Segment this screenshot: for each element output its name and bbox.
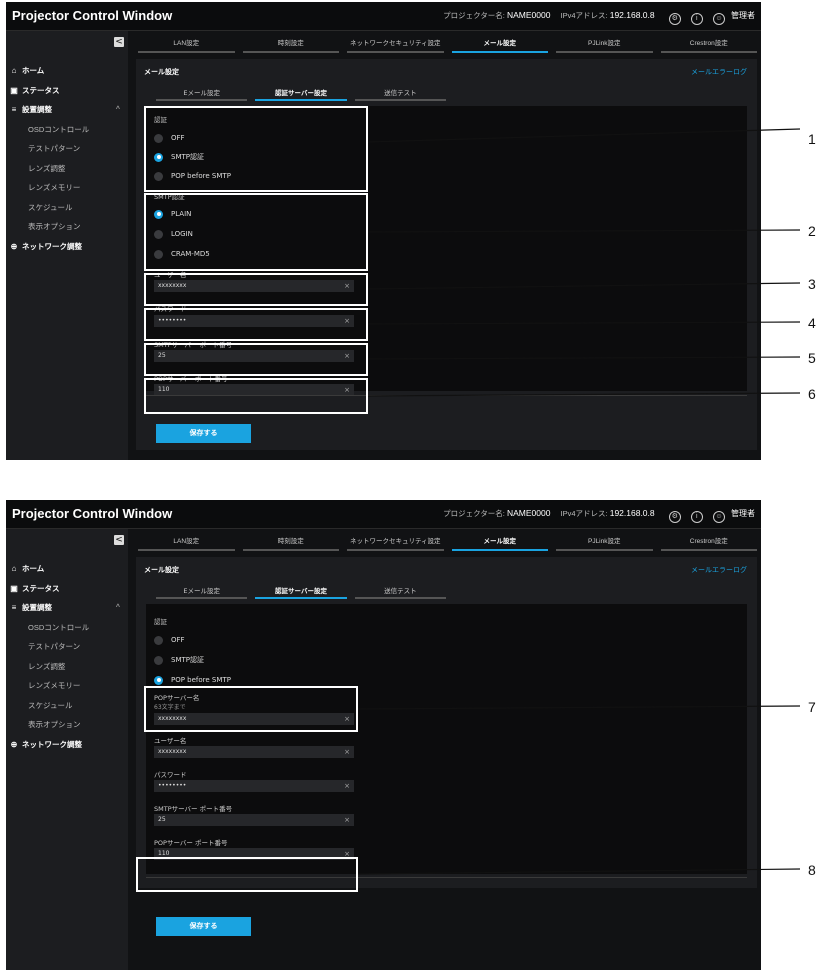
callout-number-3: 3 xyxy=(808,276,816,292)
callout-line-3 xyxy=(367,282,801,290)
callout-line-8 xyxy=(357,868,801,875)
callout-number-2: 2 xyxy=(808,223,816,239)
callout-line-4 xyxy=(367,321,801,325)
callout-number-4: 4 xyxy=(808,315,816,331)
callout-number-7: 7 xyxy=(808,699,816,715)
callout-line-6 xyxy=(367,392,801,397)
callout-number-5: 5 xyxy=(808,350,816,366)
callout-line-5 xyxy=(367,356,801,360)
callout-line-1 xyxy=(367,128,801,143)
callout-number-1: 1 xyxy=(808,131,816,147)
callout-number-6: 6 xyxy=(808,386,816,402)
callout-layer: 1 2 3 4 5 6 7 8 xyxy=(0,0,823,972)
callout-number-8: 8 xyxy=(808,862,816,878)
callout-line-2 xyxy=(367,229,801,233)
callout-line-7 xyxy=(357,705,801,710)
callout-lines xyxy=(357,128,801,875)
